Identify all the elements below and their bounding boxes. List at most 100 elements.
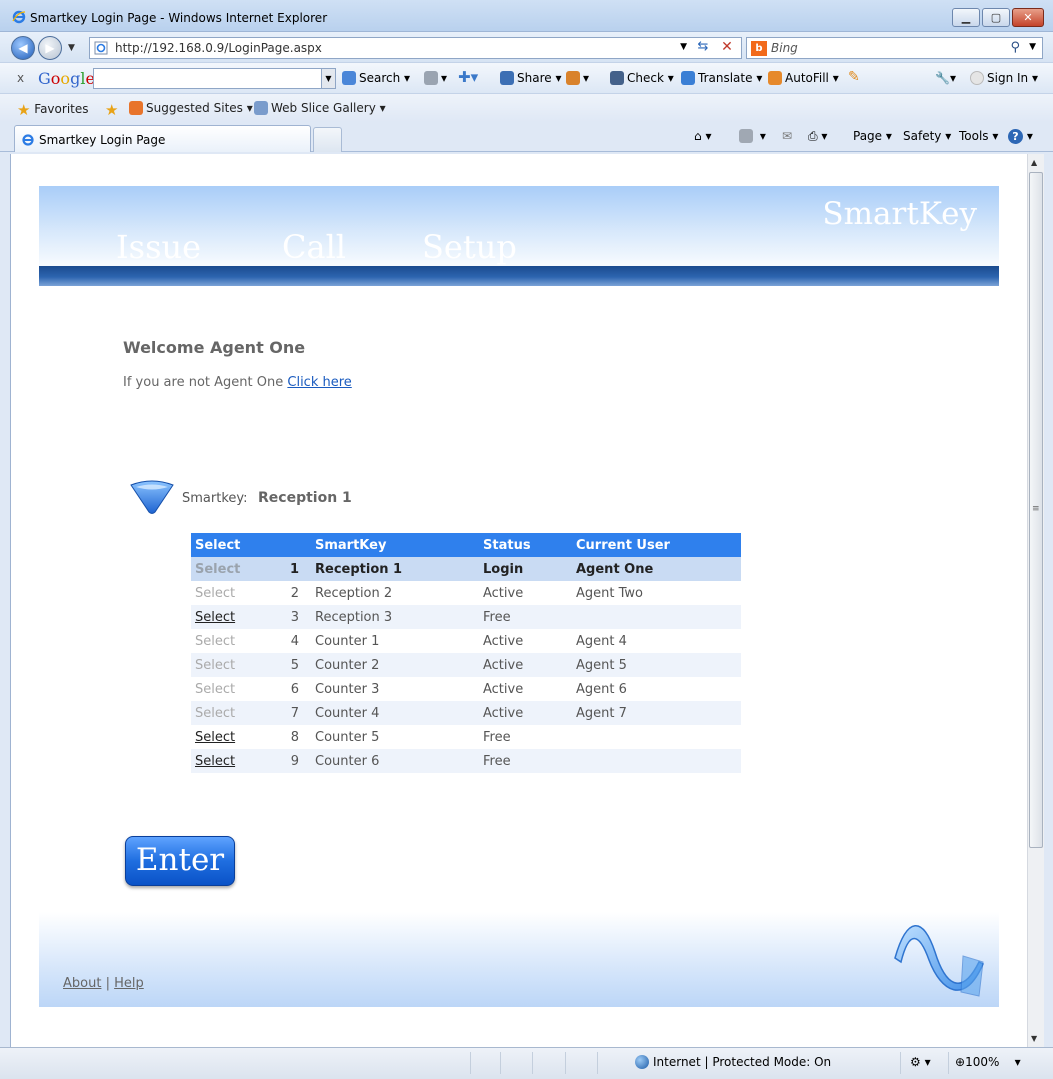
share-icon: [500, 71, 514, 85]
status: Free: [479, 605, 572, 629]
table-header-row: Select SmartKey Status Current User: [191, 533, 741, 557]
header-status: Status: [479, 533, 572, 557]
translate-page-button[interactable]: ▾: [566, 71, 589, 85]
zoom-control[interactable]: ⊕100% ▾: [955, 1055, 1021, 1069]
bing-icon: b: [751, 41, 767, 56]
row-number: 3: [271, 605, 311, 629]
print-button[interactable]: ⎙ ▾: [808, 129, 827, 144]
row-number: 7: [271, 701, 311, 725]
vertical-scrollbar[interactable]: ▲ ≡ ▼: [1027, 154, 1044, 1047]
help-link[interactable]: Help: [114, 976, 144, 991]
smartkey-name: Counter 1: [315, 633, 380, 649]
table-row: Select 8 Counter 5 Free: [191, 725, 741, 749]
select-link[interactable]: Select: [191, 725, 271, 749]
status-divider: [948, 1052, 949, 1074]
select-link[interactable]: Select: [191, 605, 271, 629]
translate-button[interactable]: Translate ▾: [681, 71, 762, 85]
back-button[interactable]: ◀: [11, 36, 35, 60]
scroll-up-icon[interactable]: ▲: [1031, 158, 1037, 167]
about-link[interactable]: About: [63, 976, 101, 991]
close-toolbar-icon[interactable]: x: [17, 71, 24, 85]
row-number: 4: [290, 633, 299, 649]
new-tab-button[interactable]: [313, 127, 342, 152]
stop-icon[interactable]: ✕: [717, 39, 737, 57]
tab-ie-icon: [22, 134, 34, 146]
check-button[interactable]: Check ▾: [610, 71, 674, 85]
search-icon[interactable]: ⚲: [1010, 40, 1020, 55]
current-user: Agent 6: [576, 681, 627, 697]
spellcheck-icon: [610, 71, 624, 85]
protected-mode-button[interactable]: ⚙ ▾: [910, 1055, 931, 1069]
not-you-text: If you are not Agent One Click here: [123, 375, 352, 390]
favorites-button[interactable]: ★ Favorites: [17, 101, 89, 119]
search-dropdown-icon[interactable]: ▼: [1029, 42, 1036, 52]
nav-issue[interactable]: Issue: [116, 228, 201, 266]
status: Active: [479, 701, 572, 725]
current-user: [572, 749, 741, 773]
add-favorite-button[interactable]: ★: [105, 101, 118, 119]
highlight-icon[interactable]: ✎: [848, 69, 860, 85]
user-icon: [970, 71, 984, 85]
google-search-dropdown-icon[interactable]: ▼: [321, 69, 335, 88]
mail-button[interactable]: ✉: [782, 129, 792, 143]
smartkey-name: Counter 2: [311, 653, 479, 677]
settings-button[interactable]: 🔧▾: [935, 71, 956, 85]
row-number: 9: [271, 749, 311, 773]
tab-bar: Smartkey Login Page ⌂ ▾ ▾ ✉ ⎙ ▾ Page ▾ S…: [0, 122, 1053, 152]
tools-menu[interactable]: Tools ▾: [959, 129, 998, 143]
security-zone[interactable]: Internet | Protected Mode: On: [635, 1055, 831, 1069]
google-toolbar: x Google ▼ Search ▾ ▾ ✚▾ Share ▾ ▾ Check…: [0, 62, 1053, 94]
page-menu[interactable]: Page ▾: [853, 129, 892, 143]
smartkey-name: Counter 5: [315, 729, 380, 745]
click-here-link[interactable]: Click here: [287, 375, 351, 390]
translate-label: Translate: [698, 71, 753, 85]
url-dropdown-icon[interactable]: ▼: [680, 42, 687, 52]
address-bar-row: ◀ ▶ ▼ http://192.168.0.9/LoginPage.aspx …: [0, 32, 1053, 62]
help-button[interactable]: ? ▾: [1008, 129, 1033, 144]
tab-smartkey-login[interactable]: Smartkey Login Page: [14, 125, 311, 152]
row-number: 2: [290, 585, 299, 601]
add-button[interactable]: ✚▾: [458, 68, 478, 86]
minimize-button[interactable]: ▁: [952, 8, 980, 27]
scroll-down-icon[interactable]: ▼: [1031, 1034, 1037, 1043]
header-smartkey: SmartKey: [311, 533, 479, 557]
current-user: Agent Two: [576, 585, 643, 601]
page-icon: [94, 41, 108, 55]
autofill-button[interactable]: AutoFill ▾: [768, 71, 839, 85]
share-button[interactable]: Share ▾: [500, 71, 561, 85]
close-window-button[interactable]: ✕: [1012, 8, 1044, 27]
home-button[interactable]: ⌂ ▾: [694, 129, 711, 143]
address-field[interactable]: http://192.168.0.9/LoginPage.aspx ▼ ⇆ ✕: [89, 37, 742, 59]
page-tools-button[interactable]: ▾: [424, 71, 447, 85]
maximize-button[interactable]: ▢: [982, 8, 1010, 27]
tools-menu-label: Tools: [959, 129, 989, 143]
sign-in-button[interactable]: Sign In ▾: [970, 71, 1038, 85]
check-label: Check: [627, 71, 664, 85]
select-disabled: Select: [195, 585, 236, 601]
status-divider: [597, 1052, 598, 1074]
scroll-grip-icon: ≡: [1032, 504, 1040, 514]
safety-menu[interactable]: Safety ▾: [903, 129, 951, 143]
history-dropdown-icon[interactable]: ▼: [68, 43, 75, 53]
web-slice-gallery-link[interactable]: Web Slice Gallery ▾: [254, 101, 386, 115]
refresh-icon[interactable]: ⇆: [693, 39, 713, 57]
select-link[interactable]: Select: [191, 749, 271, 773]
suggested-sites-label: Suggested Sites: [146, 101, 243, 115]
feeds-button[interactable]: ▾: [739, 129, 766, 143]
search-input[interactable]: b Bing ⚲ ▼: [746, 37, 1043, 59]
nav-call[interactable]: Call: [282, 228, 346, 266]
google-search-input[interactable]: ▼: [93, 68, 336, 89]
status-divider: [565, 1052, 566, 1074]
table-row: Select 5 Counter 2 Active Agent 5: [191, 653, 741, 677]
printer-icon: ⎙: [808, 129, 818, 143]
current-user: [572, 605, 741, 629]
enter-button[interactable]: Enter: [125, 836, 235, 886]
suggested-sites-link[interactable]: Suggested Sites ▾: [129, 101, 253, 115]
header-number: [271, 533, 311, 557]
google-search-button[interactable]: Search ▾: [342, 71, 410, 85]
smartkey-name: Reception 3: [311, 605, 479, 629]
sign-in-label: Sign In: [987, 71, 1029, 85]
not-you-prompt: If you are not Agent One: [123, 375, 284, 390]
nav-setup[interactable]: Setup: [422, 228, 517, 266]
forward-button[interactable]: ▶: [38, 36, 62, 60]
